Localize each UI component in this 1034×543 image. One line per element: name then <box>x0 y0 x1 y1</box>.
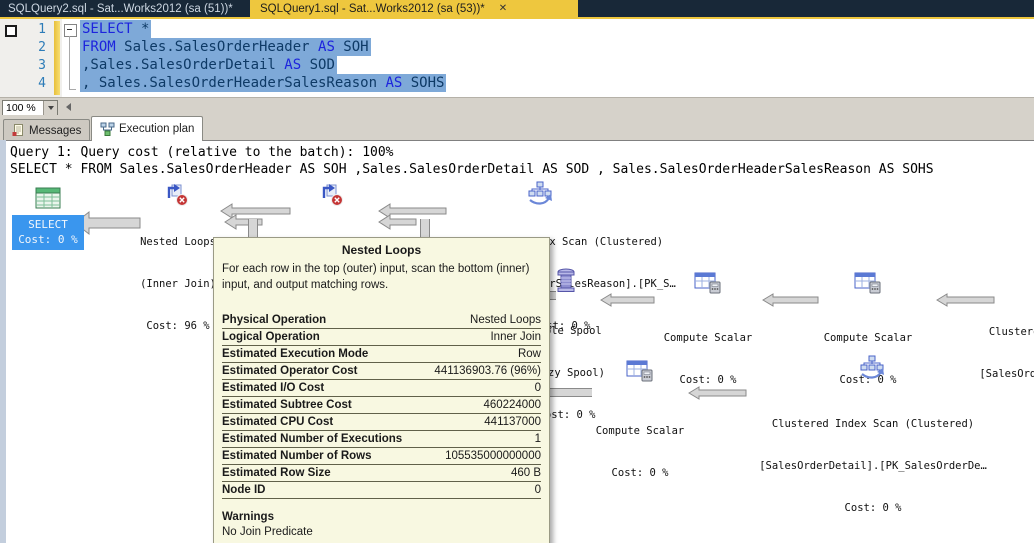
tooltip-row-label: Estimated CPU Cost <box>222 416 334 428</box>
tooltip-row-label: Estimated Subtree Cost <box>222 399 352 411</box>
tab-sqlquery2[interactable]: SQLQuery2.sql - Sat...Works2012 (sa (51)… <box>0 0 256 17</box>
compute-scalar-icon[interactable] <box>626 358 654 382</box>
code-line-3[interactable]: ,Sales.SalesOrderDetail AS SOD <box>80 56 337 74</box>
document-tab-bar: SQLQuery2.sql - Sat...Works2012 (sa (51)… <box>0 0 1034 17</box>
tooltip-property-table: Physical Operation Nested Loops Logical … <box>222 312 541 499</box>
tooltip-title: Nested Loops <box>341 243 422 257</box>
compute-scalar-icon[interactable] <box>854 270 882 294</box>
tooltip-row-value: Row <box>517 348 541 360</box>
plan-node-index-scan-detail[interactable]: Clustered Index Scan (Clustered) [SalesO… <box>713 389 1033 543</box>
table-spool-icon[interactable] <box>556 268 576 294</box>
change-tracking-bar <box>54 21 60 95</box>
tooltip-row: Estimated I/O Cost 0 <box>222 380 541 397</box>
editor-bottom-strip: 100 % <box>0 97 1034 116</box>
clustered-index-scan-icon[interactable] <box>526 181 554 206</box>
plan-query-cost-line: Query 1: Query cost (relative to the bat… <box>10 145 394 160</box>
line-number: 3 <box>38 58 46 73</box>
tooltip-row: Estimated Row Size 460 B <box>222 465 541 482</box>
messages-icon <box>12 124 23 136</box>
clustered-index-scan-icon[interactable] <box>858 355 886 380</box>
tooltip-row-label: Physical Operation <box>222 314 327 326</box>
operator-tooltip: Nested Loops For each row in the top (ou… <box>213 237 550 543</box>
tooltip-row-value: Inner Join <box>490 331 541 343</box>
tooltip-warning-text: No Join Predicate <box>222 526 313 538</box>
tooltip-row: Estimated Subtree Cost 460224000 <box>222 397 541 414</box>
tooltip-row-label: Estimated Operator Cost <box>222 365 358 377</box>
tooltip-row-value: Nested Loops <box>470 314 541 326</box>
plan-query-text-line: SELECT * FROM Sales.SalesOrderHeader AS … <box>10 162 934 177</box>
tab-execution-plan[interactable]: Execution plan <box>91 116 204 141</box>
results-tab-bar: Messages Execution plan <box>0 115 1034 141</box>
code-fold-collapse-icon[interactable] <box>64 24 77 37</box>
zoom-level-value: 100 % <box>6 102 36 114</box>
tooltip-row-label: Estimated Row Size <box>222 467 331 479</box>
tooltip-row: Estimated Execution Mode Row <box>222 346 541 363</box>
tooltip-row: Node ID 0 <box>222 482 541 499</box>
close-icon[interactable]: ✕ <box>499 3 507 14</box>
tooltip-row-value: 0 <box>534 382 541 394</box>
tooltip-row: Estimated Number of Rows 105535000000000 <box>222 448 541 465</box>
code-line-1[interactable]: SELECT * <box>80 20 152 38</box>
tab-label: SQLQuery2.sql - Sat...Works2012 (sa (51)… <box>8 2 233 15</box>
tooltip-row: Logical Operation Inner Join <box>222 329 541 346</box>
ssms-window: SQLQuery2.sql - Sat...Works2012 (sa (51)… <box>0 0 1034 543</box>
tab-execution-plan-label: Execution plan <box>119 123 195 135</box>
tooltip-row-value: 441136903.76 (96%) <box>434 365 541 377</box>
tooltip-row-label: Node ID <box>222 484 266 496</box>
tab-label: SQLQuery1.sql - Sat...Works2012 (sa (53)… <box>260 2 485 15</box>
editor-gutter[interactable]: 1 2 3 4 <box>0 19 62 97</box>
tooltip-row: Estimated CPU Cost 441137000 <box>222 414 541 431</box>
zoom-level-select[interactable]: 100 % <box>2 100 58 116</box>
code-editor[interactable]: 1 2 3 4 SELECT * FROM Sales.SalesOrderHe… <box>0 19 1034 97</box>
tooltip-row: Estimated Operator Cost 441136903.76 (96… <box>222 363 541 380</box>
tooltip-row: Physical Operation Nested Loops <box>222 312 541 329</box>
tooltip-description: For each row in the top (outer) input, s… <box>222 263 530 291</box>
tooltip-row-value: 105535000000000 <box>445 450 541 462</box>
code-line-2[interactable]: FROM Sales.SalesOrderHeader AS SOH <box>80 38 371 56</box>
compute-scalar-icon[interactable] <box>694 270 722 294</box>
tooltip-row-value: 1 <box>534 433 541 445</box>
line-number: 4 <box>38 76 46 91</box>
tooltip-row: Estimated Number of Executions 1 <box>222 431 541 448</box>
tooltip-row-value: 460 B <box>510 467 541 479</box>
nested-loops-icon[interactable] <box>318 180 344 207</box>
scroll-left-icon[interactable] <box>62 101 75 113</box>
tooltip-row-value: 0 <box>534 484 541 496</box>
tooltip-row-label: Logical Operation <box>222 331 320 343</box>
tab-messages[interactable]: Messages <box>3 119 91 141</box>
tooltip-row-label: Estimated Execution Mode <box>222 348 369 360</box>
execution-plan-icon <box>100 122 115 136</box>
tooltip-warnings-heading: Warnings <box>222 511 274 523</box>
code-line-4[interactable]: , Sales.SalesOrderHeaderSalesReason AS S… <box>80 74 447 92</box>
pane-left-edge <box>0 140 6 543</box>
tooltip-row-label: Estimated I/O Cost <box>222 382 325 394</box>
tab-messages-label: Messages <box>29 124 82 137</box>
fold-guide-end <box>69 89 76 90</box>
tooltip-row-value: 460224000 <box>483 399 541 411</box>
nested-loops-icon[interactable] <box>163 180 189 207</box>
fold-guide-line <box>69 36 70 90</box>
tooltip-row-label: Estimated Number of Rows <box>222 450 372 462</box>
tooltip-row-label: Estimated Number of Executions <box>222 433 403 445</box>
line-number: 1 <box>38 22 46 37</box>
dropdown-arrow-icon[interactable] <box>43 101 57 115</box>
tooltip-row-value: 441137000 <box>484 416 541 428</box>
line-number: 2 <box>38 40 46 55</box>
tab-sqlquery1[interactable]: SQLQuery1.sql - Sat...Works2012 (sa (53)… <box>250 0 578 17</box>
